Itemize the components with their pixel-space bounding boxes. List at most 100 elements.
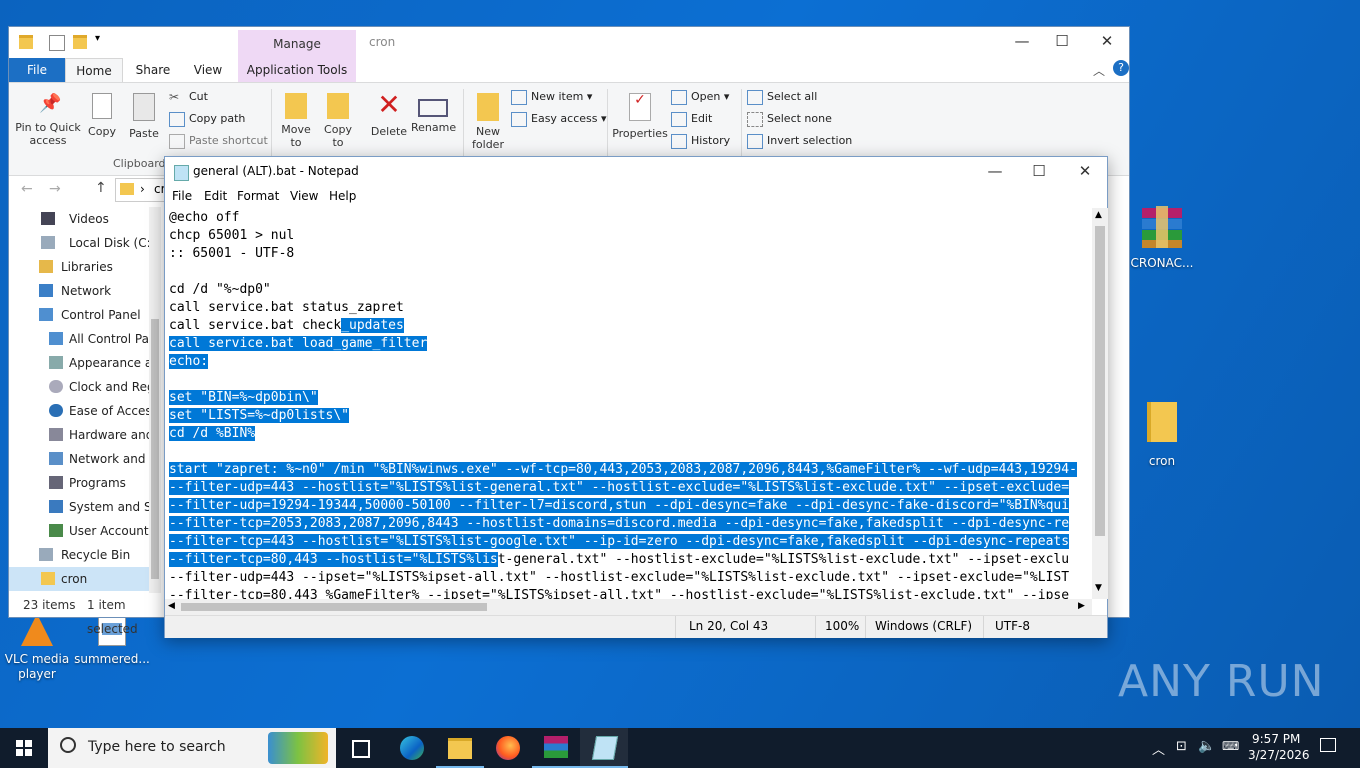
menu-edit[interactable]: Edit — [204, 189, 227, 203]
invert-selection-button[interactable]: Invert selection — [747, 131, 852, 151]
nav-item-clock-region[interactable]: Clock and Regi — [49, 375, 158, 399]
desktop-icon-vlc[interactable]: VLC media player — [2, 614, 72, 682]
move-to-button[interactable]: Move to — [277, 93, 315, 149]
easy-access-label: Easy access — [531, 112, 598, 125]
desktop-icon-cronac[interactable]: CRONAC... — [1128, 206, 1196, 271]
nav-item-cron[interactable]: cron — [9, 567, 149, 591]
rename-button[interactable]: Rename — [411, 93, 456, 134]
folder-icon — [448, 738, 472, 759]
scroll-down-icon[interactable]: ▼ — [1095, 583, 1102, 593]
menu-format[interactable]: Format — [237, 189, 279, 203]
scroll-right-icon[interactable]: ▶ — [1078, 601, 1085, 611]
back-arrow-icon[interactable]: ← — [21, 181, 33, 197]
copy-to-button[interactable]: Copy to — [319, 93, 357, 149]
paste-button[interactable]: Paste — [127, 93, 161, 140]
close-button[interactable]: ✕ — [1084, 27, 1130, 57]
edit-button[interactable]: Edit — [671, 109, 712, 129]
select-all-button[interactable]: Select all — [747, 87, 817, 107]
nav-item-network[interactable]: Network — [39, 279, 111, 303]
taskbar-edge[interactable] — [388, 728, 436, 768]
copy-label: Copy — [88, 125, 116, 138]
maximize-button[interactable]: ☐ — [1039, 27, 1085, 57]
desktop-icon-cron-folder[interactable]: cron — [1128, 402, 1196, 469]
manage-tab[interactable]: Manage — [238, 30, 356, 58]
scrollbar-thumb[interactable] — [151, 319, 159, 579]
taskbar-notepad[interactable] — [580, 728, 628, 768]
cut-button[interactable]: ✂ Cut — [169, 87, 208, 107]
minimize-button[interactable]: — — [972, 157, 1018, 187]
tab-view[interactable]: View — [185, 58, 231, 82]
scrollbar-thumb[interactable] — [1095, 226, 1105, 536]
pin-label: Pin to Quick access — [15, 121, 81, 147]
delete-button[interactable]: ✕ Delete — [369, 91, 409, 139]
folder-icon — [1147, 402, 1177, 442]
properties-quick-icon[interactable] — [49, 35, 65, 51]
volume-icon[interactable]: 🔈 — [1198, 738, 1215, 754]
nav-item-ease-of-access[interactable]: Ease of Access — [49, 399, 158, 423]
tab-home[interactable]: Home — [65, 58, 123, 82]
network-tray-icon[interactable]: ⊡ — [1176, 739, 1187, 754]
forward-arrow-icon[interactable]: → — [49, 181, 61, 197]
easy-access-button[interactable]: Easy access ▾ — [511, 109, 607, 129]
nav-item-hardware[interactable]: Hardware and — [49, 423, 153, 447]
start-button[interactable] — [0, 728, 48, 768]
chevron-down-icon[interactable]: ▾ — [95, 33, 100, 44]
taskbar-firefox[interactable] — [484, 728, 532, 768]
menu-file[interactable]: File — [172, 189, 192, 203]
status-divider — [983, 616, 984, 638]
paste-shortcut-button[interactable]: Paste shortcut — [169, 131, 268, 151]
selected-text: --filter-tcp=2053,2083,2087,2096,8443 --… — [169, 516, 1070, 531]
tab-application-tools[interactable]: Application Tools — [238, 58, 356, 82]
new-folder-quick-icon[interactable] — [73, 35, 87, 49]
scrollbar-thumb[interactable] — [181, 603, 487, 611]
maximize-button[interactable]: ☐ — [1016, 157, 1062, 187]
task-view-button[interactable] — [336, 728, 384, 768]
nav-item-recycle-bin[interactable]: Recycle Bin — [39, 543, 130, 567]
tab-share[interactable]: Share — [129, 58, 177, 82]
search-box[interactable]: Type here to search — [48, 728, 336, 768]
nav-scrollbar[interactable] — [149, 207, 161, 593]
new-folder-button[interactable]: New folder — [469, 93, 507, 151]
rename-icon — [418, 99, 448, 117]
scroll-left-icon[interactable]: ◀ — [168, 601, 175, 611]
collapse-ribbon-icon[interactable]: ︿ — [1093, 62, 1105, 79]
scroll-up-icon[interactable]: ▲ — [1095, 210, 1102, 220]
text-editor[interactable]: @echo off chcp 65001 > nul:: 65001 - UTF-… — [165, 208, 1091, 599]
nav-item-videos[interactable]: Videos — [41, 207, 109, 231]
clock-date[interactable]: 3/27/2026 — [1248, 748, 1310, 762]
clock-time[interactable]: 9:57 PM — [1252, 732, 1300, 746]
copy-path-button[interactable]: Copy path — [169, 109, 245, 129]
nav-item-appearance[interactable]: Appearance an — [49, 351, 160, 375]
nav-item-system-security[interactable]: System and Se — [49, 495, 159, 519]
copy-icon — [92, 93, 112, 119]
close-button[interactable]: ✕ — [1062, 157, 1108, 187]
nav-item-programs[interactable]: Programs — [49, 471, 126, 495]
nav-item-user-accounts[interactable]: User Accounts — [49, 519, 155, 543]
history-button[interactable]: History — [671, 131, 730, 151]
taskbar-file-explorer[interactable] — [436, 728, 484, 768]
chevron-up-icon[interactable]: ︿ — [1152, 739, 1165, 758]
menu-view[interactable]: View — [290, 189, 318, 203]
nav-item-libraries[interactable]: Libraries — [39, 255, 113, 279]
copy-button[interactable]: Copy — [85, 93, 119, 138]
open-button[interactable]: Open ▾ — [671, 87, 729, 107]
horizontal-scrollbar[interactable]: ◀ ▶ — [165, 599, 1092, 615]
select-none-button[interactable]: Select none — [747, 109, 832, 129]
properties-button[interactable]: ✓ Properties — [611, 93, 669, 140]
new-item-button[interactable]: New item ▾ — [511, 87, 592, 107]
up-arrow-icon[interactable]: ↑ — [95, 180, 107, 196]
selected-text: cd /d %BIN% — [169, 426, 256, 441]
taskbar-winrar[interactable] — [532, 728, 580, 768]
tab-file[interactable]: File — [9, 58, 65, 82]
nav-item-local-disk[interactable]: Local Disk (C:) — [41, 231, 155, 255]
nav-item-all-control-panel[interactable]: All Control Par — [49, 327, 154, 351]
notifications-icon[interactable] — [1320, 738, 1336, 752]
input-method-icon[interactable]: ⌨ — [1222, 739, 1239, 753]
nav-item-network-internet[interactable]: Network and Ir — [49, 447, 158, 471]
pin-quick-access-button[interactable]: 📌 Pin to Quick access — [13, 93, 83, 147]
nav-item-control-panel[interactable]: Control Panel — [39, 303, 141, 327]
menu-help[interactable]: Help — [329, 189, 356, 203]
line-ending: Windows (CRLF) — [875, 619, 973, 633]
vertical-scrollbar[interactable]: ▲ ▼ — [1092, 208, 1108, 599]
help-icon[interactable]: ? — [1113, 60, 1129, 76]
